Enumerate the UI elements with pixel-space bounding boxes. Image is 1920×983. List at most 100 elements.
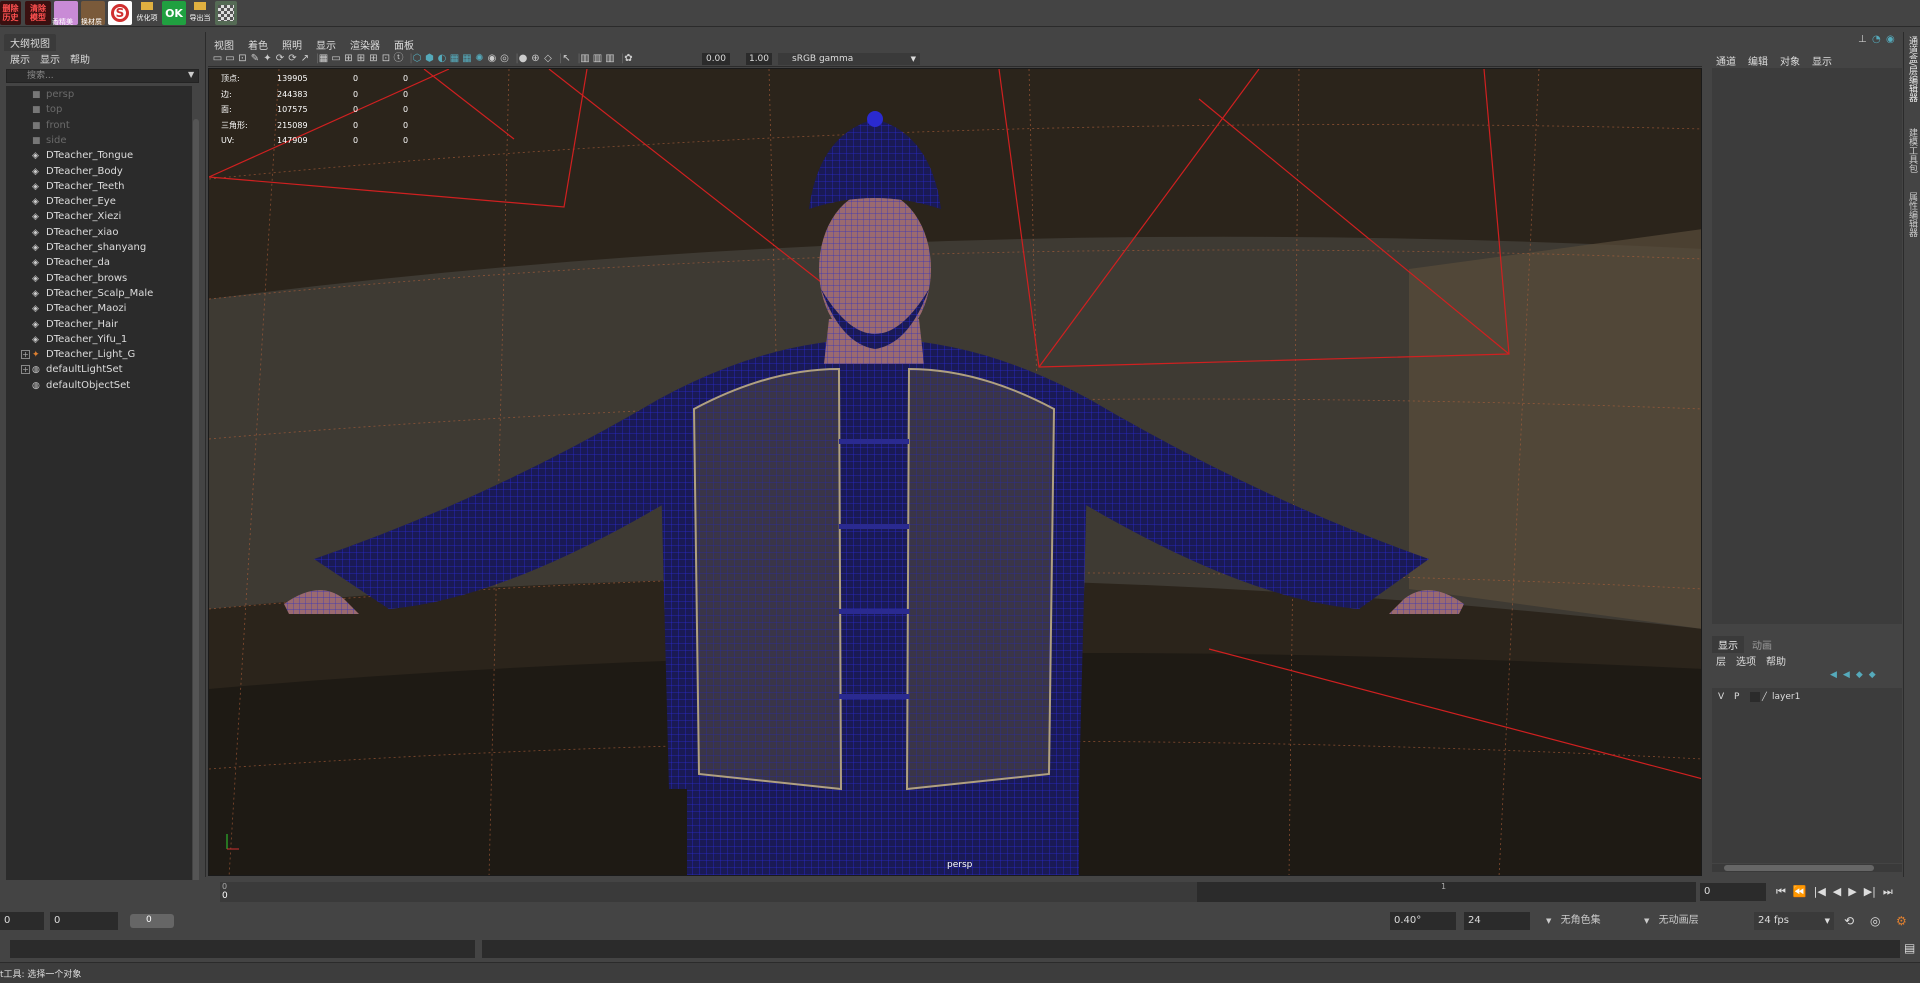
chevron-down-icon[interactable]: ▼ (188, 70, 194, 79)
outliner-item[interactable]: ◈ DTeacher_Eye (6, 194, 192, 209)
channel-menu-object[interactable]: 对象 (1780, 53, 1800, 68)
layer-tab-display[interactable]: 显示 (1712, 636, 1744, 653)
play-forwards-icon[interactable]: ▶ (1848, 885, 1856, 899)
layer-name[interactable]: layer1 (1772, 690, 1800, 704)
default-material-icon[interactable]: ⓣ (393, 53, 404, 64)
viewport-3d[interactable]: 顶点: 139905 0 0 边: 244383 0 0 面: 107575 0 0 三角形: 21508… (208, 68, 1702, 876)
outliner-item[interactable]: ◈ DTeacher_Tongue (6, 148, 192, 163)
outliner-vertical-scrollbar[interactable] (193, 119, 199, 894)
channel-menu-show[interactable]: 显示 (1812, 53, 1832, 68)
outliner-tab[interactable]: 大纲视图 (4, 34, 56, 51)
image-plane-icon[interactable]: ✎ (250, 53, 261, 64)
viewport-menu-renderer[interactable]: 渲染器 (350, 37, 380, 52)
motion-blur-icon[interactable]: ▦ (449, 53, 460, 64)
new-layer-selected-icon[interactable]: ◆ (1869, 670, 1876, 680)
shadows-icon[interactable]: ⬢ (424, 53, 435, 64)
current-frame-field[interactable]: 0 (1700, 883, 1766, 901)
use-lights-icon[interactable]: ⬡ (412, 53, 423, 64)
auto-key-icon[interactable]: ◎ (1870, 914, 1880, 928)
range-start-field[interactable]: 0 (0, 912, 44, 930)
viewport-menu-panels[interactable]: 面板 (394, 37, 414, 52)
tab-modeling-toolkit[interactable]: 建模工具包 (1906, 128, 1919, 173)
shelf-optimize-button[interactable]: 优化项 (135, 1, 159, 25)
range-inner-start-field[interactable]: 0 (50, 912, 118, 930)
outliner-item[interactable]: ◈ DTeacher_Xiezi (6, 209, 192, 224)
fov-field[interactable]: 0.40° (1390, 912, 1456, 930)
layer-horizontal-scrollbar[interactable] (1712, 864, 1902, 872)
tab-channel-layer-editor[interactable]: 通道盒/层编辑器 (1906, 36, 1919, 102)
layer-menu-layers[interactable]: 层 (1716, 653, 1726, 668)
select-camera-icon[interactable]: ↖ (561, 53, 572, 64)
xray-joints-icon[interactable]: ● (518, 53, 529, 64)
outliner-item[interactable]: ◈ DTeacher_Maozi (6, 301, 192, 316)
shelf-clear-model-button[interactable]: 清除 模型 (25, 1, 51, 25)
range-end-field[interactable]: 24 (1464, 912, 1530, 930)
outliner-menu-show[interactable]: 显示 (40, 51, 60, 66)
shelf-stop-button[interactable]: S (108, 1, 132, 25)
aa-icon[interactable]: ▦ (462, 53, 473, 64)
step-back-key-icon[interactable]: ⏪ (1793, 885, 1807, 899)
grid-icon[interactable]: ✿ (623, 53, 634, 64)
play-backwards-icon[interactable]: ◀ (1833, 885, 1841, 899)
step-back-icon[interactable]: |◀ (1814, 885, 1826, 899)
camera-select-icon[interactable]: ⊕ (530, 53, 541, 64)
go-to-end-icon[interactable]: ⏭ (1883, 885, 1893, 899)
outliner-item[interactable]: ■ front (6, 118, 192, 133)
outliner-search-input[interactable]: 搜索... (6, 69, 199, 83)
viewport-menu-shading[interactable]: 着色 (248, 37, 268, 52)
ssao-icon[interactable]: ◐ (437, 53, 448, 64)
channel-toggle-icon[interactable]: ⊥ (1858, 34, 1867, 45)
gate-mask-icon[interactable]: ▦ (318, 53, 329, 64)
modeling-toggle-icon[interactable]: ◉ (1886, 34, 1895, 45)
anim-prefs-icon[interactable]: ⚙ (1896, 914, 1907, 928)
outliner-menu-display[interactable]: 展示 (10, 51, 30, 66)
viewport-menu-show[interactable]: 显示 (316, 37, 336, 52)
exposure-icon[interactable]: ◇ (543, 53, 554, 64)
outliner-item[interactable]: ◈ DTeacher_shanyang (6, 240, 192, 255)
xray-icon[interactable]: ◎ (499, 53, 510, 64)
exposure-field[interactable]: 0.00 (702, 53, 730, 65)
shelf-ok-button[interactable]: OK (162, 1, 186, 25)
outliner-item[interactable]: ◈ DTeacher_xiao (6, 225, 192, 240)
grease-pencil-icon[interactable]: ⟳ (275, 53, 286, 64)
outliner-item[interactable]: ◈ DTeacher_Scalp_Male (6, 286, 192, 301)
layer-playback-toggle[interactable]: P (1734, 690, 1739, 704)
outliner-item[interactable]: ◈ DTeacher_Yifu_1 (6, 332, 192, 347)
viewport-menu-lighting[interactable]: 照明 (282, 37, 302, 52)
2d-pan-icon[interactable]: ▥ (605, 53, 616, 64)
outliner-item[interactable]: ◍ defaultObjectSet (6, 378, 192, 393)
outliner-item[interactable]: ■ persp (6, 87, 192, 102)
new-layer-icon[interactable]: ◆ (1856, 670, 1863, 680)
script-editor-icon[interactable]: ▤ (1904, 941, 1915, 955)
expand-toggle-icon[interactable]: + (21, 365, 30, 375)
outliner-item[interactable]: ◈ DTeacher_Hair (6, 317, 192, 332)
gamma-field[interactable]: 1.00 (746, 53, 772, 65)
viewport-menu-view[interactable]: 视图 (214, 37, 234, 52)
outliner-item[interactable]: ■ top (6, 102, 192, 117)
2d-pan-icon[interactable]: ✦ (262, 53, 273, 64)
range-slider[interactable]: 0 (130, 914, 174, 928)
move-layer-down-icon[interactable]: ◀ (1843, 670, 1850, 680)
grid-icon[interactable]: ⟳ (287, 53, 298, 64)
move-layer-up-icon[interactable]: ◀ (1830, 670, 1837, 680)
step-forward-icon[interactable]: ▶| (1864, 885, 1876, 899)
film-gate-icon[interactable]: ↗ (300, 53, 311, 64)
outliner-item[interactable]: ◈ DTeacher_Body (6, 164, 192, 179)
isolate-icon[interactable]: ◉ (487, 53, 498, 64)
layer-visibility-toggle[interactable]: V (1718, 690, 1724, 704)
layer-color-swatch[interactable] (1750, 692, 1760, 702)
time-ruler[interactable]: 0 0 1 (220, 882, 1696, 902)
outliner-item[interactable]: ◈ DTeacher_Teeth (6, 179, 192, 194)
anim-layer-select[interactable]: ▼ 无动画层 (1644, 912, 1744, 930)
outliner-item[interactable]: ■ side (6, 133, 192, 148)
safe-action-icon[interactable]: ⊞ (343, 53, 354, 64)
channel-menu-edit[interactable]: 编辑 (1748, 53, 1768, 68)
smooth-shade-icon[interactable]: ⊡ (381, 53, 392, 64)
character-set-select[interactable]: ▼ 无角色集 (1546, 912, 1646, 930)
bookmark-icon[interactable]: ▥ (580, 53, 591, 64)
layer-row[interactable]: V P ╱ layer1 (1712, 690, 1902, 704)
wireframe-icon[interactable]: ⊞ (368, 53, 379, 64)
outliner-item[interactable]: ◈ DTeacher_da (6, 255, 192, 270)
layer-menu-options[interactable]: 选项 (1736, 653, 1756, 668)
outliner-item[interactable]: + ◍ defaultLightSet (6, 362, 192, 377)
